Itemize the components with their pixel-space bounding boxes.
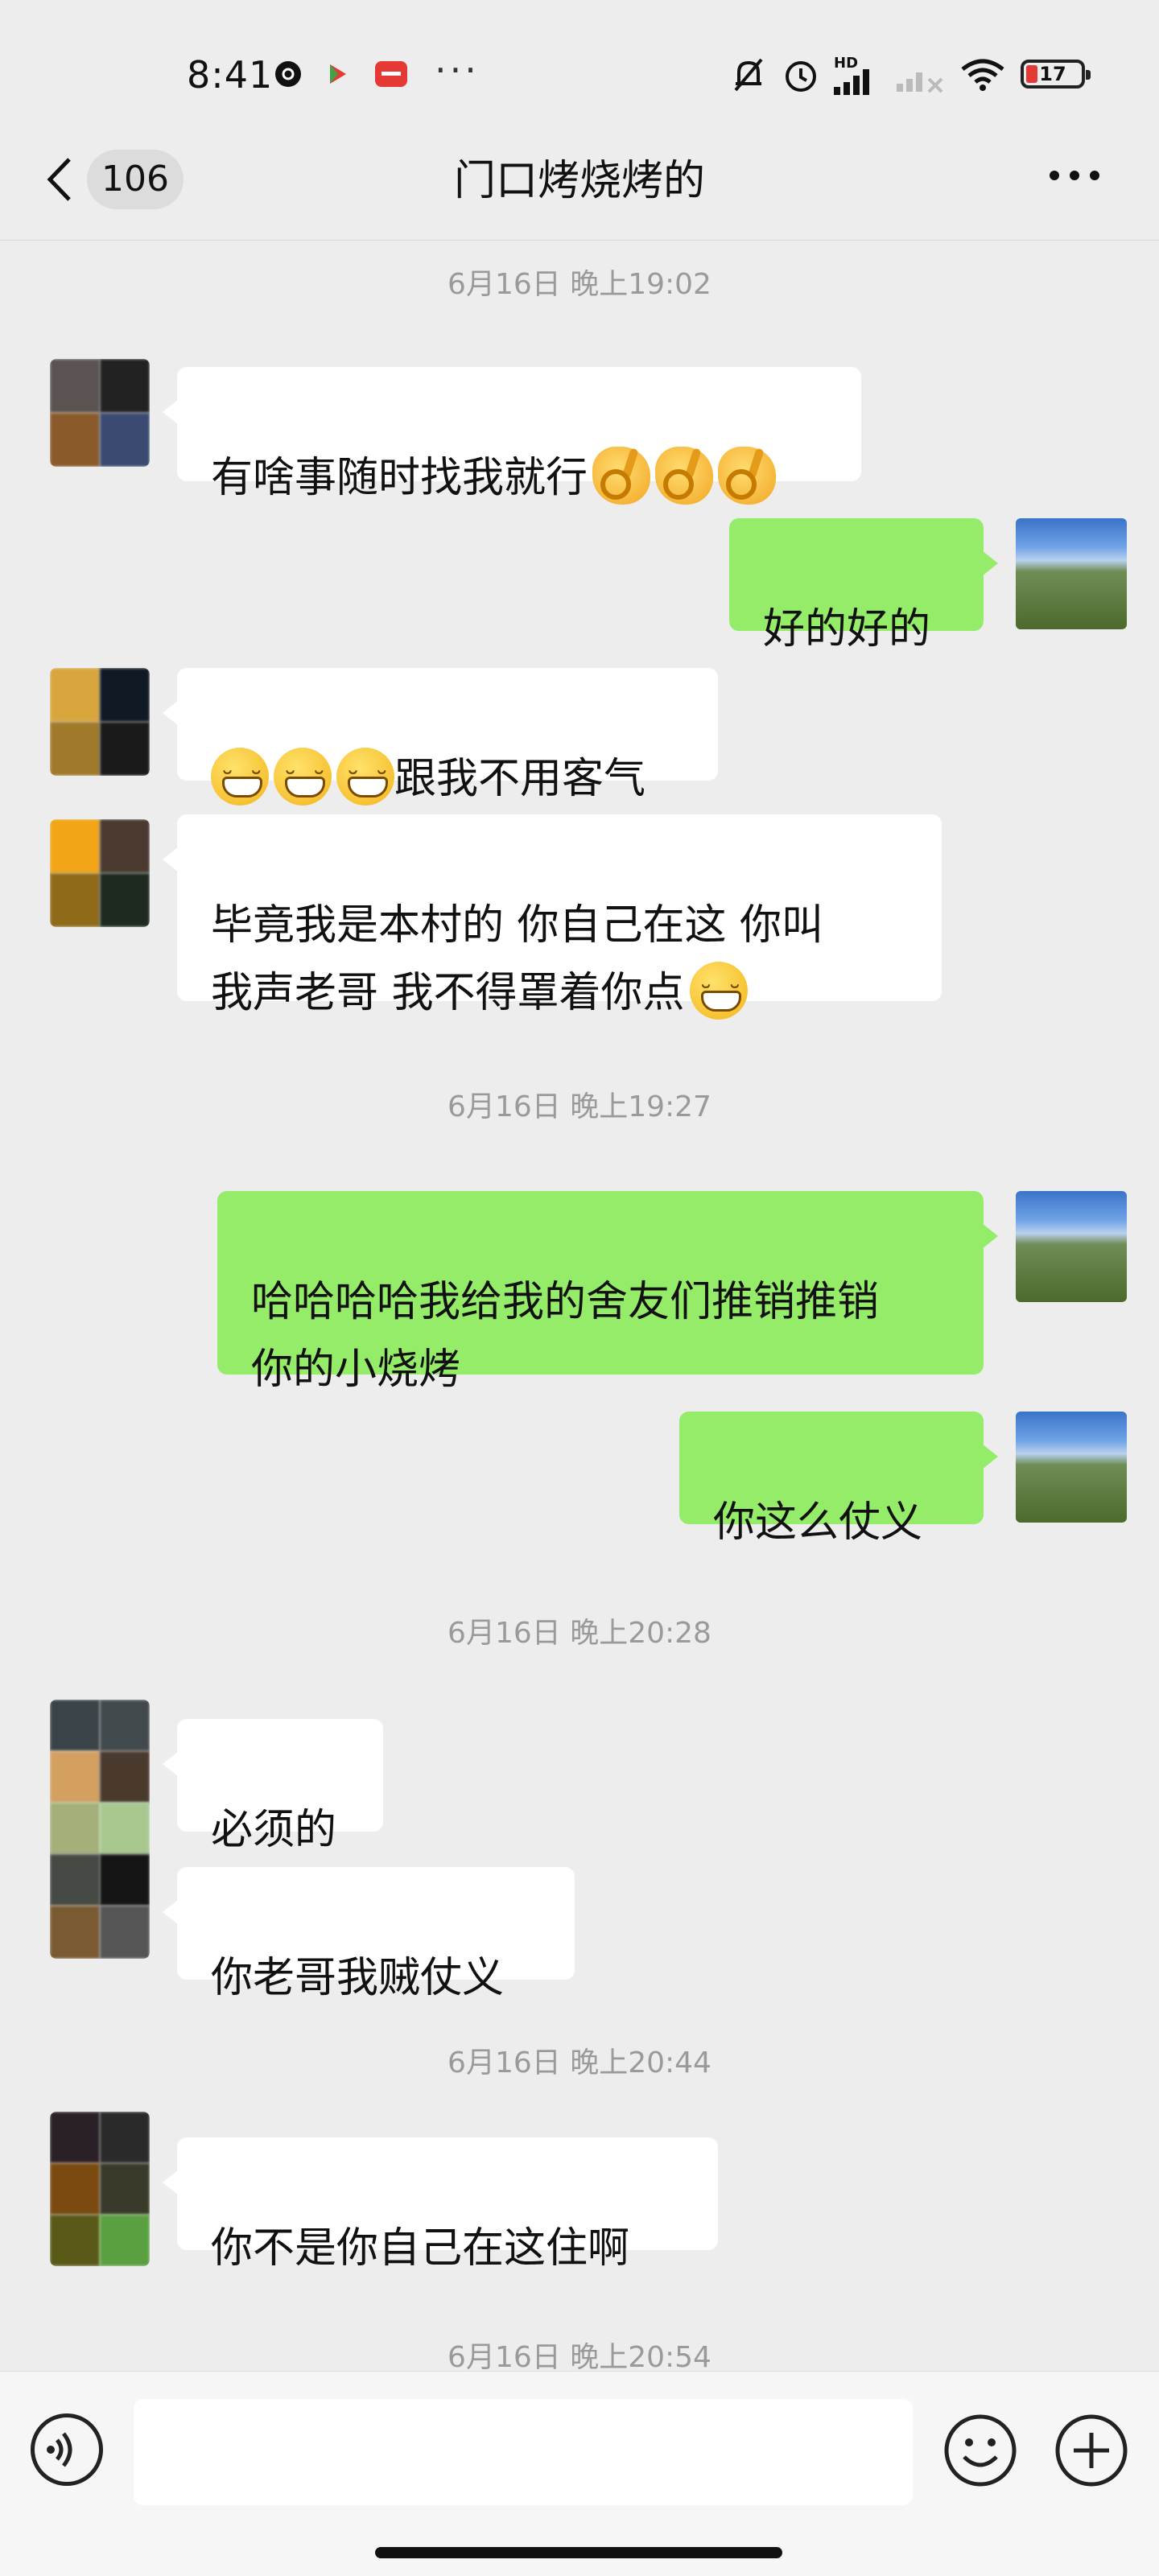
back-icon[interactable]: [45, 156, 72, 203]
ok-hand-emoji: [592, 447, 651, 505]
message-text: 我声老哥 我不得罩着你点: [211, 969, 685, 1017]
message-text: 毕竟我是本村的 你自己在这 你叫: [211, 901, 824, 950]
ok-hand-emoji: [718, 447, 777, 505]
app-icon: [375, 61, 407, 87]
settings-icon: [275, 61, 301, 87]
battery-level: 17: [1039, 63, 1066, 85]
signal-icon: [834, 69, 869, 95]
message-text: 必须的: [211, 1806, 337, 1854]
contact-avatar[interactable]: [50, 668, 150, 776]
contact-avatar[interactable]: [50, 819, 150, 927]
signal-icon: [897, 72, 943, 93]
message-bubble[interactable]: 有啥事随时找我就行: [163, 367, 861, 505]
contact-avatar[interactable]: [50, 2112, 150, 2266]
ok-hand-emoji: [655, 447, 714, 505]
timestamp: 6月16日 晚上19:27: [448, 1090, 711, 1123]
message-bubble[interactable]: 你老哥我贼仗义: [163, 1867, 575, 2002]
more-icon[interactable]: [1046, 167, 1103, 183]
grin-emoji: [211, 748, 269, 817]
home-indicator[interactable]: [375, 2547, 782, 2558]
emoji-icon[interactable]: [943, 2413, 1017, 2487]
message-bubble[interactable]: 你这么仗义: [679, 1412, 998, 1547]
chat-header: 106 门口烤烧烤的: [0, 135, 1159, 241]
contact-avatar[interactable]: [50, 359, 150, 467]
my-avatar[interactable]: [1016, 518, 1127, 629]
mute-icon: [734, 58, 763, 92]
status-time: 8:41: [187, 53, 274, 97]
message-text: 有啥事随时找我就行: [211, 454, 588, 502]
message-bubble[interactable]: 跟我不用客气: [163, 668, 718, 817]
alarm-icon: [786, 61, 816, 92]
message-text: 好的好的: [763, 605, 931, 653]
status-more: ···: [435, 48, 480, 92]
message-text: 跟我不用客气: [394, 755, 646, 803]
status-bar: 8:41 ··· HD 17: [0, 0, 1159, 153]
message-bubble[interactable]: 好的好的: [729, 518, 998, 653]
message-text: 你这么仗义: [713, 1498, 923, 1547]
my-avatar[interactable]: [1016, 1412, 1127, 1523]
timestamp: 6月16日 晚上20:54: [448, 2341, 711, 2374]
grin-emoji: [689, 962, 748, 1031]
message-bubble[interactable]: 你不是你自己在这住啊: [163, 2137, 718, 2273]
wifi-icon: [961, 59, 1004, 91]
message-text: 你老哥我贼仗义: [211, 1954, 505, 2002]
timestamp: 6月16日 晚上20:28: [448, 1617, 711, 1650]
grin-emoji: [336, 748, 394, 817]
message-text: 你的小烧烤: [251, 1346, 461, 1394]
app-icon: [330, 64, 346, 84]
voice-button[interactable]: [31, 2413, 103, 2486]
input-bar: [0, 2371, 1159, 2576]
unread-count-badge[interactable]: 106: [87, 150, 184, 209]
plus-icon[interactable]: [1054, 2413, 1128, 2487]
grin-emoji: [274, 748, 332, 817]
voice-icon: [47, 2432, 72, 2467]
battery-icon: 17: [1021, 60, 1091, 89]
contact-avatar[interactable]: [50, 1700, 150, 1959]
message-bubble[interactable]: 哈哈哈哈我给我的舍友们推销推销 你的小烧烤: [217, 1191, 998, 1394]
message-text: 哈哈哈哈我给我的舍友们推销推销: [251, 1278, 880, 1326]
message-bubble[interactable]: 毕竟我是本村的 你自己在这 你叫 我声老哥 我不得罩着你点: [163, 814, 942, 1031]
my-avatar[interactable]: [1016, 1191, 1127, 1302]
timestamp: 6月16日 晚上20:44: [448, 2046, 711, 2079]
message-text: 你不是你自己在这住啊: [211, 2224, 630, 2273]
timestamp: 6月16日 晚上19:02: [448, 268, 711, 301]
message-input[interactable]: [134, 2399, 913, 2505]
message-bubble[interactable]: 必须的: [163, 1719, 383, 1854]
